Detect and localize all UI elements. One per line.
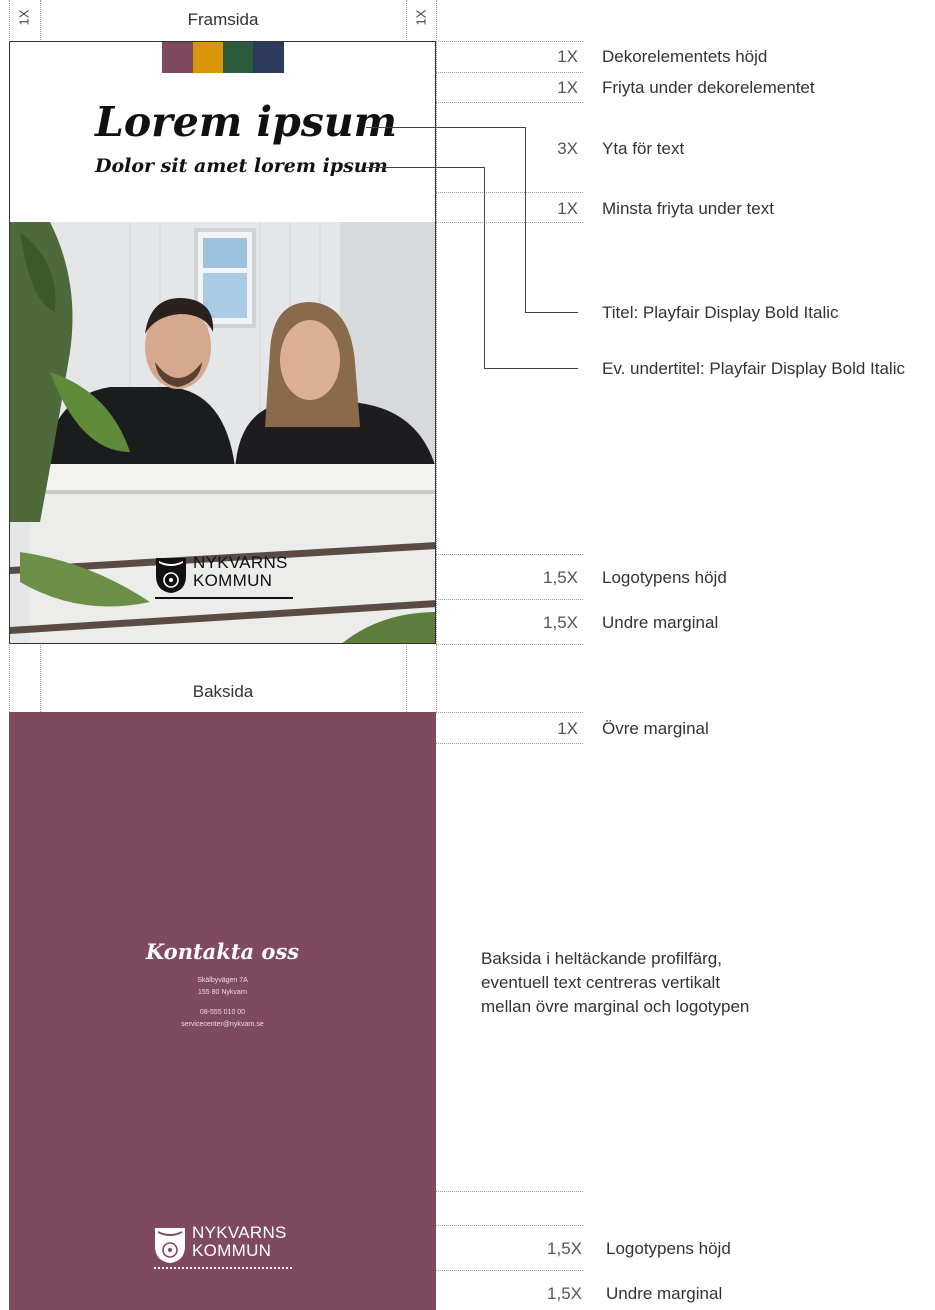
back-info-line2: eventuell text centreras vertikalt: [481, 973, 721, 992]
margin-label-left: 1X: [16, 9, 32, 26]
measure-mult: 1,5X: [547, 1239, 582, 1258]
subtitle-leader-h1: [366, 167, 484, 168]
guide-back-top: [436, 712, 583, 713]
front-logo-line1: NYKVARNS: [193, 553, 288, 572]
swatch-plum: [162, 42, 193, 73]
front-page: Lorem ipsum Dolor sit amet lorem ipsum N…: [9, 41, 436, 644]
coat-of-arms-icon: [155, 1228, 185, 1263]
guide-back-logo-bottom: [436, 1270, 583, 1271]
measure-label: Minsta friyta under text: [602, 199, 774, 218]
back-logo-rule: [154, 1267, 292, 1269]
title-leader-h1: [366, 127, 525, 128]
subtitle-leader-v: [484, 167, 485, 369]
measure-label: Logotypens höjd: [606, 1239, 731, 1258]
front-logo: NYKVARNS KOMMUN: [155, 554, 295, 600]
back-info: Baksida i heltäckande profilfärg, eventu…: [481, 947, 749, 1019]
back-logo-line1: NYKVARNS: [192, 1223, 287, 1242]
front-title: Lorem ipsum: [95, 98, 398, 146]
back-phone: 08-555 010 00: [199, 1009, 246, 1016]
front-logo-rule: [155, 597, 293, 599]
measure-mult: 1,5X: [547, 1284, 582, 1303]
measure-label: Dekorelementets höjd: [602, 47, 768, 66]
measure-mult: 1X: [557, 47, 578, 66]
swatch-navy: [253, 42, 284, 73]
measure-label: Logotypens höjd: [602, 568, 727, 587]
title-leader-h2: [525, 312, 578, 313]
guide-logo-top: [436, 554, 583, 555]
back-logo-line2: KOMMUN: [192, 1241, 272, 1260]
back-info-line3: mellan övre marginal och logotypen: [481, 997, 750, 1016]
subtitle-leader-h2: [484, 368, 578, 369]
back-page: Kontakta oss Skälbyvägen 7A 155 80 Nykva…: [9, 712, 436, 1310]
measure-mult: 1X: [557, 199, 578, 218]
measure-label: Undre marginal: [602, 613, 719, 632]
guide-back-margin: [436, 743, 583, 744]
front-subtitle: Dolor sit amet lorem ipsum: [95, 155, 388, 177]
guide-front-bottom: [436, 644, 583, 645]
measure-mult: 1X: [557, 719, 578, 738]
measure-mult: 1,5X: [543, 613, 578, 632]
measure-mult: 3X: [557, 139, 578, 158]
guide-back-logo-top: [436, 1191, 583, 1192]
back-address2: 155 80 Nykvarn: [197, 989, 248, 996]
measure-mult: 1X: [557, 78, 578, 97]
measure-label: Undre marginal: [606, 1284, 723, 1303]
back-title: Kontakta oss: [145, 939, 300, 964]
guide-logo-bottom: [436, 599, 583, 600]
front-label: Framsida: [187, 10, 259, 29]
swatch-ochre: [193, 42, 224, 73]
front-logo-line2: KOMMUN: [193, 571, 273, 590]
back-label: Baksida: [192, 682, 254, 701]
measure-label: Friyta under dekorelementet: [602, 78, 815, 97]
guide-photo-top: [436, 222, 583, 223]
measure-label: Yta för text: [602, 139, 685, 158]
title-font-note: Titel: Playfair Display Bold Italic: [602, 303, 839, 322]
coat-of-arms-icon: [156, 558, 186, 593]
measure-mult: 1,5X: [543, 568, 578, 587]
measure-label: Övre marginal: [602, 719, 709, 738]
back-address1: Skälbyvägen 7A: [197, 977, 248, 984]
back-email: servicecenter@nykvarn.se: [181, 1021, 264, 1028]
swatch-green: [223, 42, 254, 73]
margin-label-right: 1X: [413, 9, 429, 26]
guide-right-edge: [436, 0, 437, 712]
subtitle-font-note: Ev. undertitel: Playfair Display Bold It…: [602, 359, 905, 378]
back-logo: NYKVARNS KOMMUN: [154, 1224, 294, 1270]
guide-back-logo-mid: [436, 1225, 583, 1226]
back-info-line1: Baksida i heltäckande profilfärg,: [481, 949, 722, 968]
